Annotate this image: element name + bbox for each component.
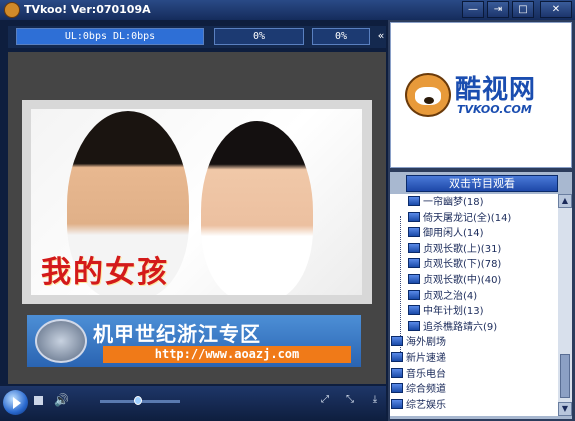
category-folder-icon [391, 383, 403, 394]
fullscreen-icon[interactable]: ⤢ [319, 394, 331, 406]
banner-url: http://www.aoazj.com [103, 346, 351, 363]
channel-label: 音乐电台 [406, 368, 446, 380]
scrollbar-thumb[interactable] [560, 354, 570, 398]
poster-figure-woman [201, 121, 313, 295]
brand-name-cn: 酷视网 [455, 75, 537, 105]
collapse-panel-button[interactable]: « [374, 28, 388, 45]
channel-program[interactable]: 贞观长歌(中)(40) [408, 273, 501, 288]
channel-program[interactable]: 贞观长歌(下)(78) [408, 257, 501, 272]
channel-label: 御用闲人(14) [423, 228, 484, 240]
download-progress-display: 0% [312, 28, 370, 45]
channel-program[interactable]: 追杀樵路靖六(9) [408, 320, 497, 335]
channel-program[interactable]: 中年计划(13) [408, 304, 484, 319]
channel-list-scrollbar[interactable]: ▲ ▼ [558, 194, 572, 416]
poster-image: 我的女孩 [31, 109, 362, 295]
channel-label: 贞观长歌(上)(31) [423, 243, 502, 255]
scroll-up-button[interactable]: ▲ [558, 194, 572, 208]
program-icon [408, 196, 420, 206]
poster-title: 我的女孩 [41, 255, 169, 290]
category-folder-icon [391, 398, 403, 409]
channel-program[interactable]: 倚天屠龙记(全)(14) [408, 211, 511, 226]
program-icon [408, 320, 420, 331]
channel-label: 综艺娱乐 [406, 399, 446, 411]
channel-program[interactable]: 贞观长歌(上)(31) [408, 242, 501, 257]
banner-title: 机甲世纪浙江专区 [93, 322, 261, 346]
close-button[interactable]: ✕ [540, 1, 572, 18]
channel-program[interactable]: 贞观之治(4) [408, 289, 477, 304]
program-icon [408, 289, 420, 300]
channel-label: 新片速递 [406, 353, 446, 364]
play-button[interactable] [3, 390, 28, 415]
restore-button[interactable]: □ [512, 1, 534, 18]
transfer-rate-display: UL:0bps DL:0bps [16, 28, 204, 45]
player-controls: 🔊 ⤢ ⤡ ⤓ [0, 386, 386, 421]
app-logo-icon[interactable] [4, 2, 20, 18]
channel-label: 贞观长歌(下)(78) [423, 259, 502, 271]
buffer-progress-display: 0% [214, 28, 304, 45]
channel-label: 海外剧场 [406, 337, 446, 349]
channel-list-panel: 双击节目观看 一帘幽梦(18) 倚天屠龙记(全)(14) 御用闲人(14) 贞观长歌(… [390, 172, 572, 419]
channel-label: 追杀樵路靖六(9) [423, 321, 498, 333]
category-folder-icon [391, 336, 403, 347]
transfer-stats-bar: UL:0bps DL:0bps 0% 0% « [8, 26, 386, 48]
dog-mascot-icon [405, 73, 451, 117]
program-icon [408, 211, 420, 222]
program-icon [408, 274, 420, 284]
channel-category[interactable]: 综合频道 [391, 382, 446, 397]
tree-connector [400, 216, 401, 354]
program-icon [408, 305, 420, 316]
volume-icon[interactable]: 🔊 [54, 394, 69, 407]
program-icon [408, 242, 420, 253]
channel-list[interactable]: 一帘幽梦(18) 倚天屠龙记(全)(14) 御用闲人(14) 贞观长歌(上)(31) 贞… [390, 194, 558, 416]
mini-mode-icon[interactable]: ⤓ [369, 394, 381, 406]
pin-button[interactable]: ⇥ [487, 1, 509, 18]
play-icon [13, 397, 21, 409]
window-title: TVkoo! Ver:070109A [24, 3, 151, 16]
banner-logo-icon [35, 319, 87, 363]
channel-program[interactable]: 一帘幽梦(18) [408, 195, 484, 210]
channel-category[interactable]: 音乐电台 [391, 367, 446, 382]
minimize-button[interactable]: — [462, 1, 484, 18]
brand-logo-box[interactable]: 酷视网 TVKOO.COM [390, 22, 572, 168]
channel-label: 一帘幽梦(18) [423, 197, 484, 208]
channel-label: 倚天屠龙记(全)(14) [423, 212, 512, 224]
stop-button[interactable] [34, 396, 43, 405]
video-frame: 我的女孩 [22, 100, 372, 304]
channel-label: 贞观之治(4) [423, 290, 478, 302]
category-folder-icon [391, 352, 403, 362]
brand-name-en: TVKOO.COM [457, 103, 532, 116]
ad-banner[interactable]: 机甲世纪浙江专区 http://www.aoazj.com [27, 315, 361, 367]
video-area[interactable]: 我的女孩 机甲世纪浙江专区 http://www.aoazj.com [8, 52, 386, 384]
channel-list-header: 双击节目观看 [406, 175, 558, 192]
scroll-down-button[interactable]: ▼ [558, 402, 572, 416]
volume-slider-thumb[interactable] [134, 396, 142, 405]
category-folder-icon [391, 367, 403, 378]
channel-label: 贞观长歌(中)(40) [423, 275, 502, 286]
channel-category[interactable]: 综艺娱乐 [391, 398, 446, 413]
channel-label: 中年计划(13) [423, 306, 484, 318]
title-bar: TVkoo! Ver:070109A — ⇥ □ ✕ [0, 0, 575, 20]
program-icon [408, 227, 420, 238]
shrink-icon[interactable]: ⤡ [344, 394, 356, 406]
channel-program[interactable]: 御用闲人(14) [408, 226, 484, 241]
right-panel: 酷视网 TVKOO.COM 双击节目观看 一帘幽梦(18) 倚天屠龙记(全)(14… [388, 20, 575, 421]
program-icon [408, 258, 420, 269]
channel-category[interactable]: 海外剧场 [391, 335, 446, 350]
channel-label: 综合频道 [406, 384, 446, 396]
channel-category[interactable]: 新片速递 [391, 351, 446, 366]
